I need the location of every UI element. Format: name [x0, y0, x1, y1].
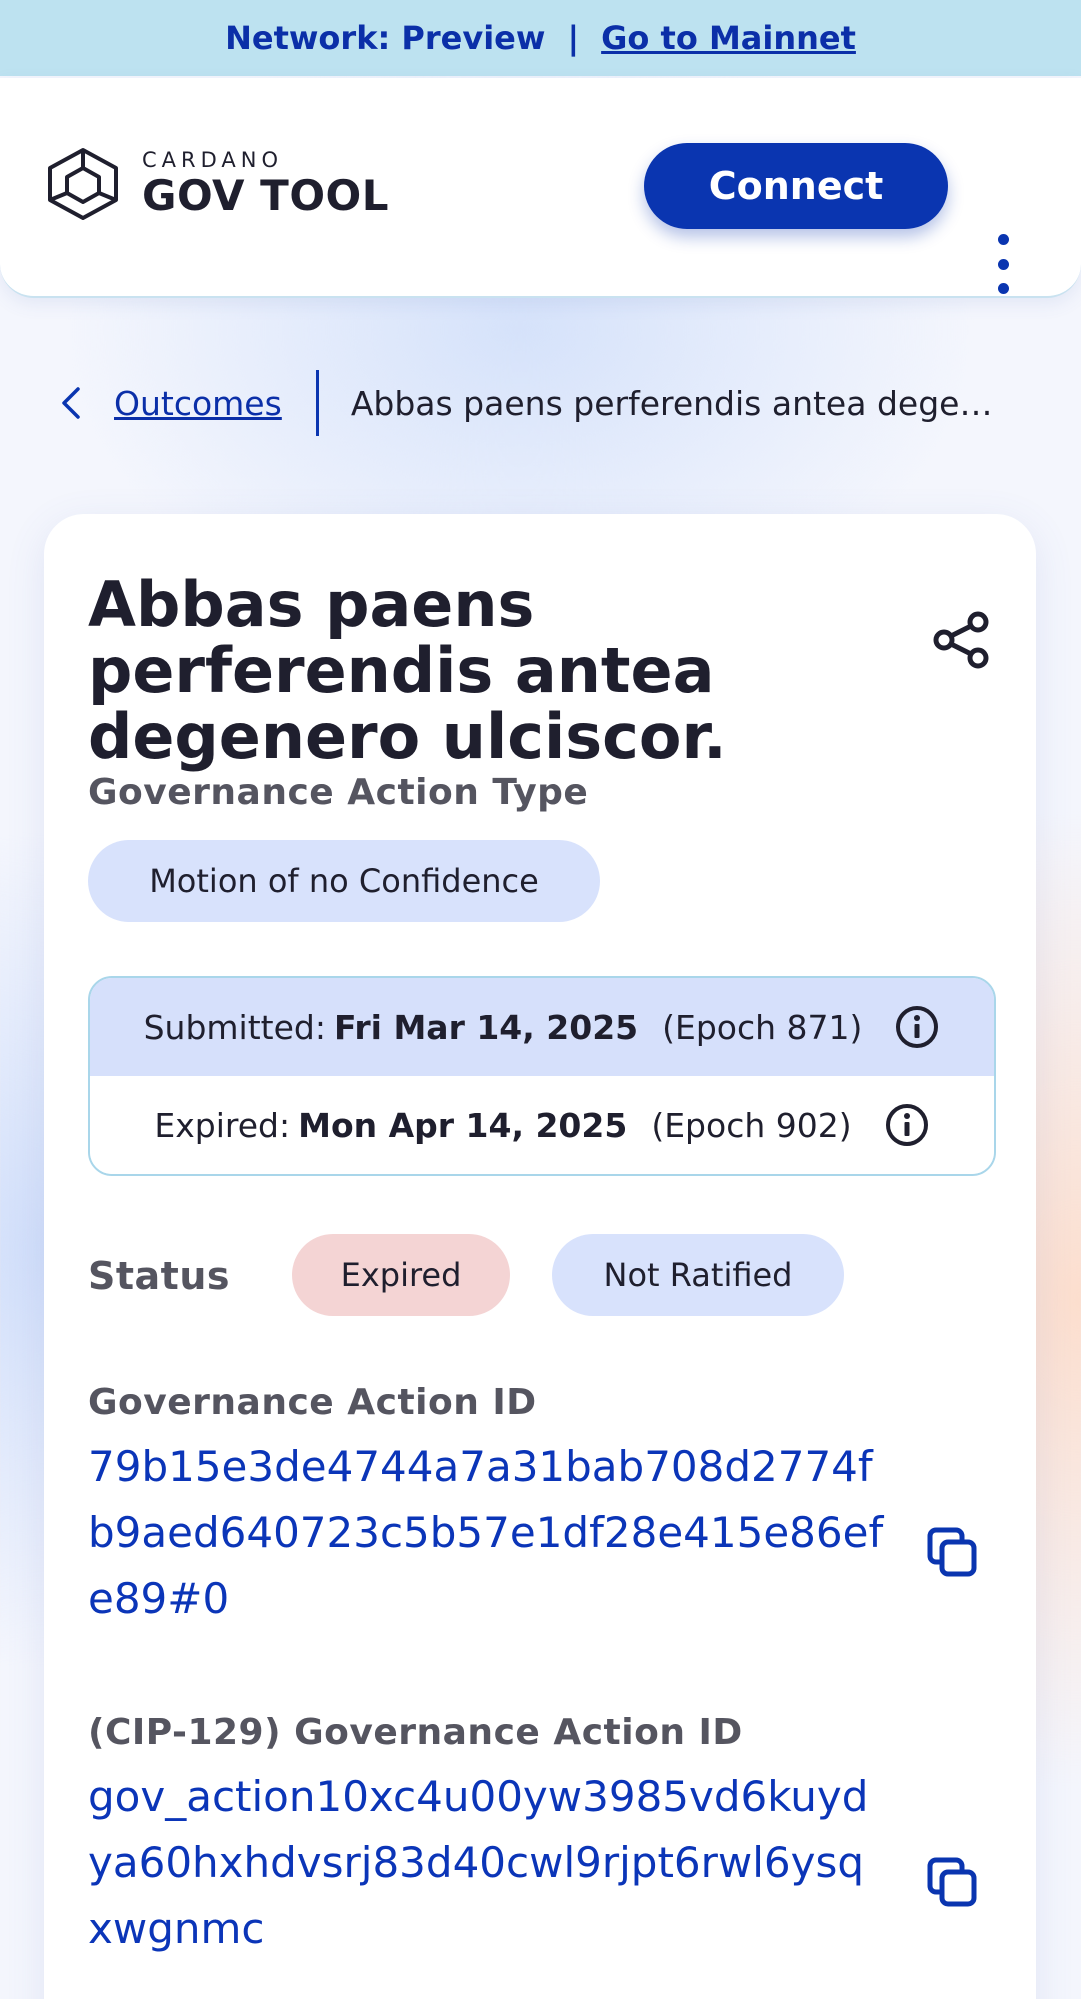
expired-label: Expired: — [154, 1105, 291, 1145]
breadcrumb-current: Abbas paens perferendis antea degenero u… — [350, 383, 1011, 423]
connect-button[interactable]: Connect — [644, 143, 948, 229]
dates-box: Submitted: Fri Mar 14, 2025 (Epoch 871) … — [88, 976, 996, 1176]
status-badge-expired: Expired — [292, 1234, 510, 1316]
chevron-left-icon[interactable] — [52, 383, 92, 423]
expired-date: Mon Apr 14, 2025 — [298, 1105, 628, 1145]
copy-icon[interactable] — [924, 1854, 980, 1910]
banner-separator: | — [567, 19, 580, 57]
network-label: Network: Preview — [225, 19, 546, 57]
breadcrumb: Outcomes Abbas paens perferendis antea d… — [52, 370, 1032, 436]
info-icon[interactable] — [884, 1102, 930, 1148]
share-icon[interactable] — [930, 608, 994, 672]
network-banner: Network: Preview | Go to Mainnet — [0, 0, 1081, 76]
page-title: Abbas paens perferendis antea degenero u… — [88, 568, 727, 773]
submitted-date: Fri Mar 14, 2025 — [333, 1007, 639, 1047]
submitted-label: Submitted: — [143, 1007, 326, 1047]
app-header: CARDANO GOV TOOL Connect — [0, 78, 1081, 298]
governance-action-id-value: 79b15e3de4744a7a31bab708d2774fb9aed64072… — [88, 1442, 884, 1623]
cip129-id-value: gov_action10xc4u00yw3985vd6kuydya60hxhdv… — [88, 1772, 869, 1953]
logo-small-text: CARDANO — [142, 148, 284, 172]
info-icon[interactable] — [894, 1004, 940, 1050]
breadcrumb-divider — [315, 370, 319, 436]
logo-big-text: GOV TOOL — [142, 171, 389, 220]
submitted-epoch: (Epoch 871) — [662, 1007, 863, 1047]
cip129-id-label: (CIP-129) Governance Action ID — [88, 1712, 743, 1753]
go-to-mainnet-link[interactable]: Go to Mainnet — [601, 19, 856, 57]
breadcrumb-outcomes-link[interactable]: Outcomes — [114, 384, 282, 423]
expired-row: Expired: Mon Apr 14, 2025 (Epoch 902) — [90, 1076, 994, 1174]
status-label: Status — [88, 1254, 231, 1298]
expired-epoch: (Epoch 902) — [651, 1105, 852, 1145]
more-vertical-icon[interactable] — [988, 234, 1018, 294]
submitted-row: Submitted: Fri Mar 14, 2025 (Epoch 871) — [90, 978, 994, 1076]
action-type-chip: Motion of no Confidence — [88, 840, 600, 922]
governance-action-card: Abbas paens perferendis antea degenero u… — [44, 514, 1036, 1999]
governance-action-id-label: Governance Action ID — [88, 1382, 537, 1423]
status-badge-not-ratified: Not Ratified — [552, 1234, 844, 1316]
action-type-label: Governance Action Type — [88, 772, 589, 813]
logo[interactable]: CARDANO GOV TOOL — [42, 144, 389, 224]
cardano-logo-icon — [48, 148, 118, 220]
copy-icon[interactable] — [924, 1524, 980, 1580]
